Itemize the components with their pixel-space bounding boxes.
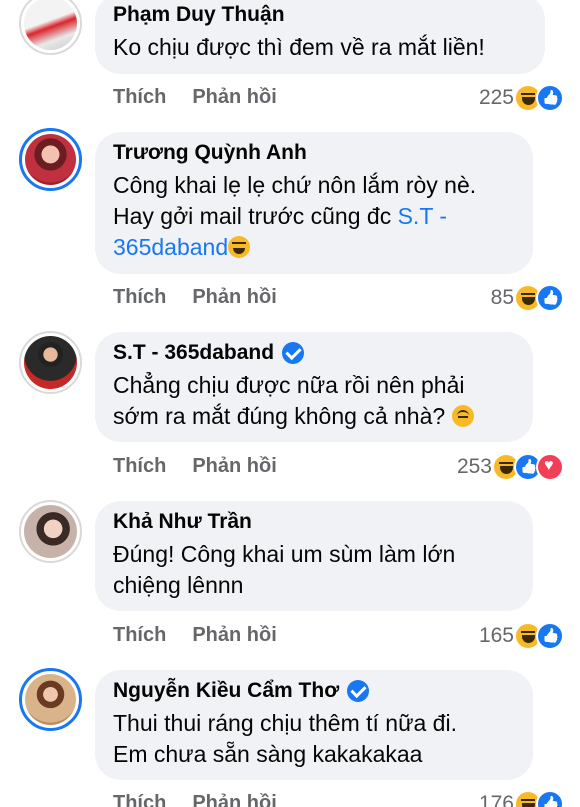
like-button[interactable]: Thích bbox=[113, 86, 166, 109]
comment-text-line: chiệng lênnn bbox=[113, 572, 244, 598]
comment-text: Đúng! Công khai um sùm làm lớn chiệng lê… bbox=[113, 539, 515, 601]
comment-text: Công khai lẹ lẹ chứ nôn lắm ròy nè. Hay … bbox=[113, 170, 515, 263]
like-icon bbox=[536, 84, 564, 112]
verified-badge-icon bbox=[347, 680, 370, 702]
reactions-summary[interactable]: 253 bbox=[457, 453, 564, 481]
avatar[interactable] bbox=[19, 500, 82, 563]
mention-link[interactable]: S.T - bbox=[398, 203, 447, 229]
avatar[interactable] bbox=[19, 0, 82, 55]
comment-text-line: Em chưa sẵn sàng kakakakaa bbox=[113, 741, 423, 767]
author-name-text: S.T - 365daband bbox=[113, 341, 275, 364]
reactions-summary[interactable]: 225 bbox=[479, 84, 564, 112]
author-name[interactable]: S.T - 365daband bbox=[113, 340, 515, 366]
author-name-text: Nguyễn Kiều Cẩm Thơ bbox=[113, 679, 340, 702]
comment-bubble: Phạm Duy Thuận Ko chịu được thì đem về r… bbox=[95, 0, 545, 74]
reactions-summary[interactable]: 165 bbox=[479, 622, 564, 650]
comment-bubble: S.T - 365daband Chẳng chịu được nữa rồi … bbox=[95, 332, 533, 442]
reactions-summary[interactable]: 85 bbox=[491, 284, 564, 312]
avatar[interactable] bbox=[19, 668, 82, 731]
reaction-count: 253 bbox=[456, 455, 492, 478]
comment-text-line: Hay gởi mail trước cũng đc bbox=[113, 203, 398, 229]
comment-bubble: Khả Như Trần Đúng! Công khai um sùm làm … bbox=[95, 501, 533, 611]
reaction-count: 165 bbox=[478, 624, 514, 647]
author-name[interactable]: Phạm Duy Thuận bbox=[113, 2, 527, 28]
comment-bubble: Nguyễn Kiều Cẩm Thơ Thui thui ráng chịu … bbox=[95, 670, 533, 780]
avatar[interactable] bbox=[19, 128, 82, 191]
comment-text-line: Công khai lẹ lẹ chứ nôn lắm ròy nè. bbox=[113, 172, 477, 198]
like-icon bbox=[536, 622, 564, 650]
like-button[interactable]: Thích bbox=[113, 286, 166, 309]
reaction-count: 225 bbox=[478, 86, 514, 109]
mention-link[interactable]: 365daband bbox=[113, 234, 228, 260]
comment-text-line: sớm ra mắt đúng không cả nhà? bbox=[113, 403, 452, 429]
like-button[interactable]: Thích bbox=[113, 624, 166, 647]
like-icon bbox=[536, 790, 564, 807]
comment-text: Ko chịu được thì đem về ra mắt liền! bbox=[113, 34, 485, 60]
author-name[interactable]: Trương Quỳnh Anh bbox=[113, 140, 515, 166]
avatar[interactable] bbox=[19, 331, 82, 394]
reply-button[interactable]: Phản hồi bbox=[192, 792, 276, 807]
reply-button[interactable]: Phản hồi bbox=[192, 286, 276, 309]
reactions-summary[interactable]: 176 bbox=[479, 790, 564, 807]
comment-text-line: Chẳng chịu được nữa rồi nên phải bbox=[113, 372, 465, 398]
comment-text: Chẳng chịu được nữa rồi nên phải sớm ra … bbox=[113, 370, 515, 432]
comment-text: Thui thui ráng chịu thêm tí nữa đi. Em c… bbox=[113, 708, 515, 770]
reaction-count: 176 bbox=[478, 792, 514, 807]
reply-button[interactable]: Phản hồi bbox=[192, 624, 276, 647]
comment-text-line: Thui thui ráng chịu thêm tí nữa đi. bbox=[113, 710, 457, 736]
author-name[interactable]: Khả Như Trần bbox=[113, 509, 515, 535]
author-name[interactable]: Nguyễn Kiều Cẩm Thơ bbox=[113, 678, 515, 704]
love-icon bbox=[536, 453, 564, 481]
comment-text-line: Đúng! Công khai um sùm làm lớn bbox=[113, 541, 456, 567]
like-button[interactable]: Thích bbox=[113, 455, 166, 478]
like-icon bbox=[536, 284, 564, 312]
verified-badge-icon bbox=[282, 342, 305, 364]
reply-button[interactable]: Phản hồi bbox=[192, 86, 276, 109]
upside-down-face-icon bbox=[451, 405, 474, 427]
laughing-emoji-icon bbox=[228, 236, 251, 258]
comment-bubble: Trương Quỳnh Anh Công khai lẹ lẹ chứ nôn… bbox=[95, 132, 533, 274]
reaction-count: 85 bbox=[490, 286, 514, 309]
like-button[interactable]: Thích bbox=[113, 792, 166, 807]
reply-button[interactable]: Phản hồi bbox=[192, 455, 276, 478]
